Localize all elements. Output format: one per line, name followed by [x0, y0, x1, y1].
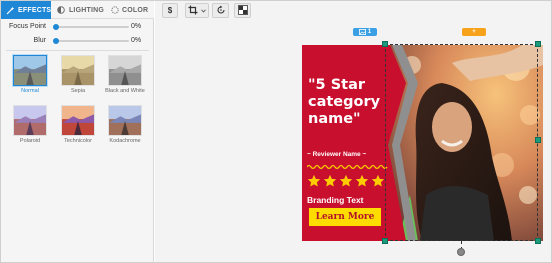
filter-label: Normal: [21, 88, 39, 94]
tab-effects[interactable]: EFFECTS: [1, 1, 51, 19]
wand-icon: [6, 6, 15, 15]
filter-thumbnail: [108, 105, 142, 136]
resize-handle-top-right[interactable]: [535, 41, 541, 47]
blur-slider-knob[interactable]: [53, 38, 59, 44]
checker-icon: [237, 4, 248, 17]
filter-label: Kodachrome: [109, 138, 141, 144]
chevron-down-icon: [201, 6, 206, 15]
focus-point-slider-knob[interactable]: [53, 24, 59, 30]
filter-label: Polaroid: [19, 138, 41, 144]
filter-thumbnail: [61, 55, 95, 86]
star-icon: [355, 174, 369, 187]
filter-polaroid[interactable]: Polaroid: [10, 105, 50, 145]
tab-lighting[interactable]: LIGHTING: [51, 1, 104, 19]
premium-dollar-button[interactable]: $: [162, 3, 178, 18]
tab-color-label: COLOR: [122, 6, 149, 14]
ad-reviewer-name[interactable]: ~ Reviewer Name ~: [307, 151, 387, 158]
blur-value: 0%: [131, 37, 142, 44]
image-icon: [358, 29, 366, 35]
panel-tabs: EFFECTS LIGHTING COLOR: [1, 1, 154, 19]
filter-thumbnail: [61, 105, 95, 136]
plus-icon: +: [472, 29, 476, 35]
image-number-tag[interactable]: 1: [353, 28, 377, 36]
rotate-icon: [216, 5, 226, 17]
filter-label: Sepia: [70, 88, 86, 94]
ad-branding-text[interactable]: Branding Text: [307, 195, 364, 205]
image-number-label: 1: [367, 29, 372, 35]
dotted-circle-icon: [110, 6, 119, 15]
focus-point-value: 0%: [131, 23, 142, 30]
filter-kodachrome[interactable]: Kodachrome: [105, 105, 145, 145]
crop-dropdown-button[interactable]: [185, 3, 209, 18]
add-layer-tag[interactable]: +: [462, 28, 486, 36]
filter-label: Black and White: [105, 88, 145, 94]
filter-thumbnail: [13, 55, 47, 86]
star-icon: [371, 174, 385, 187]
tab-effects-label: EFFECTS: [18, 6, 52, 14]
focus-point-slider[interactable]: [53, 24, 129, 30]
filter-thumbnail: [13, 105, 47, 136]
resize-handle-top-left[interactable]: [382, 41, 388, 47]
tab-color[interactable]: COLOR: [104, 1, 154, 19]
filter-black-and-white[interactable]: Black and White: [105, 55, 145, 95]
blur-slider[interactable]: [53, 38, 129, 44]
ad-star-rating[interactable]: [307, 174, 385, 190]
blur-label: Blur: [33, 37, 46, 44]
star-icon: [339, 174, 353, 187]
filter-normal[interactable]: Normal: [10, 55, 50, 95]
resize-handle-bottom-left[interactable]: [382, 238, 388, 244]
star-icon: [323, 174, 337, 187]
focus-point-slider-row: Focus Point 0%: [1, 21, 154, 33]
tab-lighting-label: LIGHTING: [68, 6, 104, 14]
ad-heading[interactable]: "5 Star category name": [308, 77, 394, 128]
crop-icon: [188, 5, 198, 17]
filter-technicolor[interactable]: Technicolor: [58, 105, 98, 145]
panel-divider: [6, 50, 149, 51]
canvas-toolbar: $: [155, 1, 551, 20]
blur-slider-row: Blur 0%: [1, 35, 154, 47]
rotation-handle[interactable]: [457, 248, 465, 256]
half-circle-icon: [57, 6, 66, 15]
filter-thumbnail: [108, 55, 142, 86]
ad-cta-button[interactable]: Learn More: [309, 208, 381, 226]
image-selection-frame[interactable]: [385, 44, 538, 241]
dollar-icon: $: [167, 6, 173, 15]
resize-handle-right[interactable]: [535, 137, 541, 143]
transparency-button[interactable]: [234, 3, 251, 18]
resize-handle-bottom-right[interactable]: [535, 238, 541, 244]
effects-panel: EFFECTS LIGHTING COLOR Focus Point 0% Bl…: [1, 1, 154, 262]
rotate-button[interactable]: [212, 3, 229, 18]
filter-sepia[interactable]: Sepia: [58, 55, 98, 95]
filter-label: Technicolor: [64, 138, 92, 144]
ad-wave-divider: [307, 164, 388, 170]
focus-point-label: Focus Point: [9, 23, 46, 30]
star-icon: [307, 174, 321, 187]
